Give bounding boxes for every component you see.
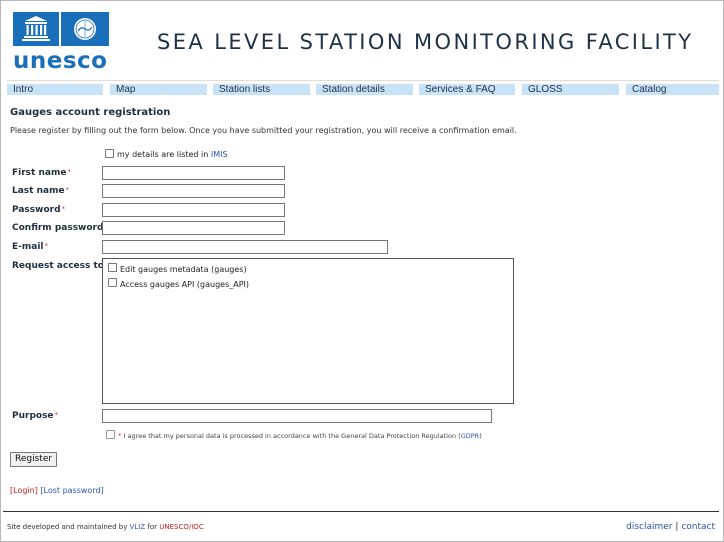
gauges-metadata-label: Edit gauges metadata (gauges): [120, 265, 247, 274]
required-mark: *: [65, 186, 70, 194]
nav-gloss[interactable]: GLOSS: [522, 84, 619, 95]
footer-links: disclaimer | contact: [626, 522, 715, 532]
nav-services-faq[interactable]: Services & FAQ: [419, 84, 515, 95]
gauges-metadata-checkbox[interactable]: [108, 263, 117, 272]
main-nav: Intro Map Station lists Station details …: [7, 84, 719, 96]
required-mark: *: [118, 432, 122, 440]
header-divider: [7, 80, 719, 81]
unesco-ioc-link[interactable]: UNESCO/IOC: [159, 523, 203, 531]
site-title: SEA LEVEL STATION MONITORING FACILITY: [157, 30, 694, 54]
gdpr-consent-text: * I agree that my personal data is proce…: [118, 432, 482, 440]
gauges-api-checkbox[interactable]: [108, 278, 117, 287]
vliz-link[interactable]: VLIZ: [130, 523, 146, 531]
password-label: Password*: [12, 205, 66, 215]
request-access-label: Request access to*: [12, 261, 108, 271]
gdpr-checkbox[interactable]: [106, 430, 115, 439]
first-name-field[interactable]: [102, 166, 285, 180]
login-link[interactable]: Login: [13, 486, 35, 495]
page-title: Gauges account registration: [10, 107, 171, 118]
last-name-field[interactable]: [102, 184, 285, 198]
unesco-logo[interactable]: unesco: [13, 12, 109, 74]
confirm-password-field[interactable]: [102, 221, 285, 235]
contact-link[interactable]: contact: [681, 522, 715, 532]
nav-intro[interactable]: Intro: [7, 84, 103, 95]
account-links: [Login] [Lost password]: [10, 486, 104, 495]
purpose-field[interactable]: [102, 409, 492, 423]
nav-station-lists[interactable]: Station lists: [213, 84, 310, 95]
required-mark: *: [54, 411, 59, 419]
nav-map[interactable]: Map: [110, 84, 207, 95]
gauges-api-label: Access gauges API (gauges_API): [120, 280, 250, 289]
temple-icon: [13, 12, 59, 46]
register-button[interactable]: Register: [10, 452, 58, 467]
ioc-emblem-icon: [61, 12, 109, 46]
disclaimer-link[interactable]: disclaimer: [626, 522, 672, 532]
nav-station-details[interactable]: Station details: [316, 84, 413, 95]
footer-divider: [3, 511, 719, 512]
imis-checkbox[interactable]: [105, 149, 114, 158]
purpose-label: Purpose*: [12, 411, 59, 421]
required-mark: *: [61, 205, 66, 213]
last-name-label: Last name*: [12, 186, 70, 196]
lost-password-link[interactable]: Lost password: [44, 486, 101, 495]
email-field[interactable]: [102, 240, 388, 254]
first-name-label: First name*: [12, 168, 71, 178]
password-field[interactable]: [102, 203, 285, 217]
footer-credits: Site developed and maintained by VLIZ fo…: [7, 523, 204, 531]
email-label: E-mail*: [12, 242, 49, 252]
required-mark: *: [44, 242, 49, 250]
imis-link[interactable]: IMIS: [211, 150, 228, 159]
intro-text: Please register by filling out the form …: [10, 126, 517, 135]
confirm-password-label: Confirm password*: [12, 223, 108, 233]
imis-label: my details are listed in IMIS: [117, 150, 228, 159]
gdpr-link[interactable]: GDPR: [461, 432, 479, 440]
logo-text: unesco: [13, 48, 108, 74]
required-mark: *: [67, 168, 71, 176]
nav-catalog[interactable]: Catalog: [626, 84, 719, 95]
